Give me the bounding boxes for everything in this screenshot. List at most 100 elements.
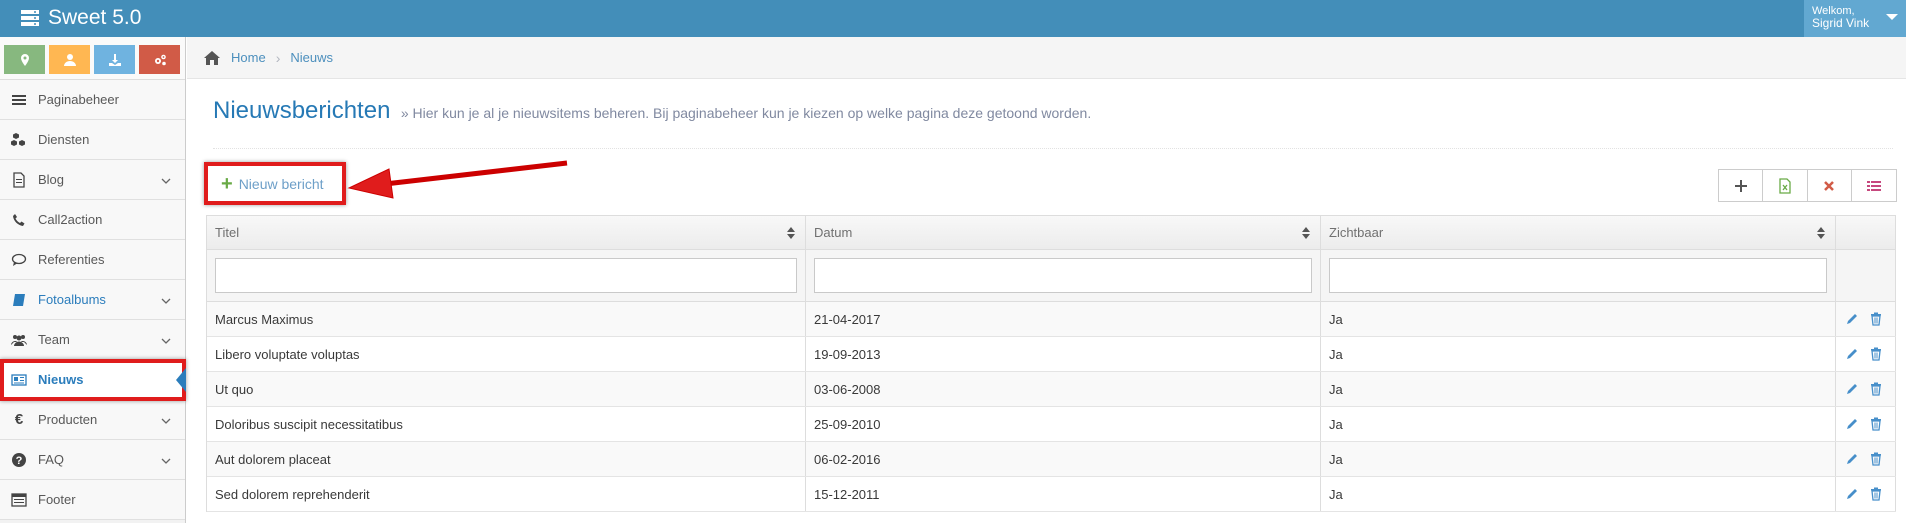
home-icon bbox=[204, 50, 220, 65]
pencil-icon[interactable] bbox=[1845, 452, 1859, 466]
pencil-icon[interactable] bbox=[1845, 382, 1859, 396]
cell-date: 15-12-2011 bbox=[806, 477, 1321, 511]
table-row: Sed dolorem reprehenderit 15-12-2011 Ja bbox=[207, 477, 1896, 512]
row-actions bbox=[1836, 372, 1896, 406]
table-row: Libero voluptate voluptas 19-09-2013 Ja bbox=[207, 337, 1896, 372]
pencil-icon[interactable] bbox=[1845, 417, 1859, 431]
trash-icon[interactable] bbox=[1869, 487, 1883, 501]
trash-icon[interactable] bbox=[1869, 417, 1883, 431]
export-excel-button[interactable] bbox=[1763, 170, 1808, 201]
annotation-arrow bbox=[347, 160, 568, 199]
sidebar-item-fotoalbums[interactable]: Fotoalbums bbox=[0, 280, 185, 320]
cell-date: 06-02-2016 bbox=[806, 442, 1321, 476]
shortcut-download-button[interactable] bbox=[94, 45, 135, 74]
sidebar-item-team[interactable]: Team bbox=[0, 320, 185, 360]
add-button[interactable] bbox=[1719, 170, 1764, 201]
user-menu[interactable]: Welkom, Sigrid Vink bbox=[1804, 0, 1906, 37]
filter-cell bbox=[1321, 250, 1836, 301]
chevron-down-icon bbox=[161, 294, 171, 304]
app-title: Sweet 5.0 bbox=[48, 6, 142, 29]
delete-selected-button[interactable] bbox=[1808, 170, 1852, 201]
top-navbar: Sweet 5.0 Welkom, Sigrid Vink bbox=[0, 0, 1906, 37]
pencil-icon[interactable] bbox=[1845, 312, 1859, 326]
filter-cell bbox=[207, 250, 806, 301]
sort-icon bbox=[1302, 227, 1310, 239]
sidebar-item-paginabeheer[interactable]: Paginabeheer bbox=[0, 80, 185, 120]
trash-icon[interactable] bbox=[1869, 452, 1883, 466]
sort-icon bbox=[1817, 227, 1825, 239]
sidebar-item-diensten[interactable]: Diensten bbox=[0, 120, 185, 160]
shortcut-settings-button[interactable] bbox=[139, 45, 180, 74]
breadcrumb-home-link[interactable]: Home bbox=[231, 50, 266, 65]
page-title: Nieuwsberichten bbox=[213, 97, 391, 124]
sidebar-item-call2action[interactable]: Call2action bbox=[0, 200, 185, 240]
column-header-titel[interactable]: Titel bbox=[207, 216, 806, 249]
row-actions bbox=[1836, 477, 1896, 511]
page-subtitle: » Hier kun je al je nieuwsitems beheren.… bbox=[400, 105, 1092, 121]
breadcrumb-current[interactable]: Nieuws bbox=[290, 50, 333, 65]
columns-button[interactable] bbox=[1852, 170, 1896, 201]
trash-icon[interactable] bbox=[1869, 382, 1883, 396]
trash-icon[interactable] bbox=[1869, 312, 1883, 326]
sidebar-item-label: Call2action bbox=[38, 212, 103, 227]
shortcut-map-button[interactable] bbox=[4, 45, 45, 74]
plus-icon: + bbox=[221, 172, 233, 195]
cell-visible: Ja bbox=[1321, 477, 1836, 511]
list-alt-icon bbox=[10, 491, 28, 509]
sidebar-item-label: Footer bbox=[38, 492, 76, 507]
pencil-icon[interactable] bbox=[1845, 347, 1859, 361]
filter-datum-input[interactable] bbox=[814, 258, 1312, 293]
cell-visible: Ja bbox=[1321, 407, 1836, 441]
trash-icon[interactable] bbox=[1869, 347, 1883, 361]
cell-visible: Ja bbox=[1321, 372, 1836, 406]
filter-titel-input[interactable] bbox=[215, 258, 797, 293]
table-row: Ut quo 03-06-2008 Ja bbox=[207, 372, 1896, 407]
cell-title: Libero voluptate voluptas bbox=[207, 337, 806, 371]
comment-icon bbox=[10, 251, 28, 269]
sidebar-item-referenties[interactable]: Referenties bbox=[0, 240, 185, 280]
table-body: Marcus Maximus 21-04-2017 Ja Libero volu… bbox=[207, 302, 1896, 512]
sidebar-item-label: Fotoalbums bbox=[38, 292, 106, 307]
table-row: Aut dolorem placeat 06-02-2016 Ja bbox=[207, 442, 1896, 477]
page-header: Nieuwsberichten » Hier kun je al je nieu… bbox=[213, 97, 1893, 149]
pencil-icon[interactable] bbox=[1845, 487, 1859, 501]
users-icon bbox=[10, 331, 28, 349]
sidebar-item-producten[interactable]: € Producten bbox=[0, 400, 185, 440]
table-toolbar bbox=[1718, 169, 1897, 202]
column-header-datum[interactable]: Datum bbox=[806, 216, 1321, 249]
sidebar-item-label: Paginabeheer bbox=[38, 92, 119, 107]
sidebar-item-blog[interactable]: Blog bbox=[0, 160, 185, 200]
active-item-pointer bbox=[176, 368, 186, 392]
sidebar-item-footer[interactable]: Footer bbox=[0, 480, 185, 520]
user-icon bbox=[63, 53, 76, 66]
cell-visible: Ja bbox=[1321, 442, 1836, 476]
filter-row bbox=[207, 250, 1896, 302]
row-actions bbox=[1836, 442, 1896, 476]
row-actions bbox=[1836, 337, 1896, 371]
download-icon bbox=[108, 53, 121, 66]
caret-down-icon bbox=[1886, 14, 1898, 20]
sidebar-item-label: Diensten bbox=[38, 132, 90, 147]
book-icon bbox=[10, 291, 28, 309]
filter-cell bbox=[806, 250, 1321, 301]
sidebar-item-faq[interactable]: ? FAQ bbox=[0, 440, 185, 480]
filter-zichtbaar-input[interactable] bbox=[1329, 258, 1827, 293]
new-message-button[interactable]: + Nieuw bericht bbox=[204, 162, 346, 205]
cell-date: 25-09-2010 bbox=[806, 407, 1321, 441]
list-icon bbox=[1866, 180, 1881, 191]
cell-title: Aut dolorem placeat bbox=[207, 442, 806, 476]
cell-title: Sed dolorem reprehenderit bbox=[207, 477, 806, 511]
cell-title: Marcus Maximus bbox=[207, 302, 806, 336]
euro-icon: € bbox=[14, 411, 24, 428]
chevron-down-icon bbox=[161, 454, 171, 464]
filter-cell bbox=[1836, 250, 1896, 301]
cell-title: Ut quo bbox=[207, 372, 806, 406]
file-icon bbox=[10, 171, 28, 189]
column-header-zichtbaar[interactable]: Zichtbaar bbox=[1321, 216, 1836, 249]
new-message-label: Nieuw bericht bbox=[238, 175, 324, 192]
server-icon bbox=[21, 10, 39, 26]
shortcut-user-button[interactable] bbox=[49, 45, 90, 74]
brand[interactable]: Sweet 5.0 bbox=[20, 6, 141, 30]
cell-date: 21-04-2017 bbox=[806, 302, 1321, 336]
column-label: Titel bbox=[215, 225, 240, 240]
